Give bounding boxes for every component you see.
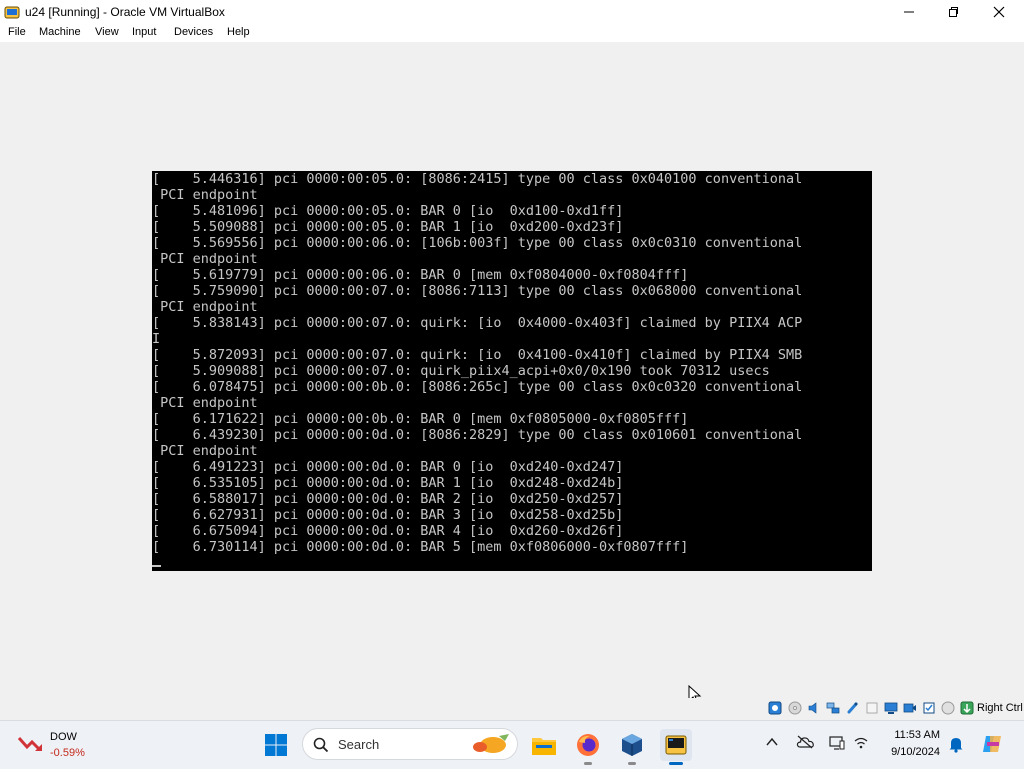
- recording-icon[interactable]: [903, 701, 917, 715]
- console-line: [ 5.909088] pci 0000:00:07.0: quirk_piix…: [152, 363, 770, 379]
- active-indicator: [669, 762, 683, 765]
- mouse-integration-icon[interactable]: [941, 701, 955, 715]
- console-line: [ 6.675094] pci 0000:00:0d.0: BAR 4 [io …: [152, 523, 624, 539]
- running-indicator: [628, 762, 636, 765]
- cpu-icon[interactable]: [922, 701, 936, 715]
- virtualbox-icon: [4, 4, 20, 20]
- network-icon[interactable]: [826, 701, 840, 715]
- menu-input[interactable]: Input: [132, 26, 156, 38]
- shared-folders-icon[interactable]: [865, 701, 879, 715]
- console-line: [ 6.588017] pci 0000:00:0d.0: BAR 2 [io …: [152, 491, 624, 507]
- console-line: [ 6.078475] pci 0000:00:0b.0: [8086:265c…: [152, 379, 803, 395]
- menu-file[interactable]: File: [8, 26, 26, 38]
- taskbar: DOW -0.59% Search 11:53 AM 9/10/2024: [0, 720, 1024, 769]
- keyboard-capture-icon[interactable]: [960, 701, 974, 715]
- menu-bar: File Machine View Input Devices Help: [0, 24, 1024, 42]
- search-icon: [313, 737, 329, 758]
- virtualbox-vm-icon: [665, 735, 687, 755]
- menu-help[interactable]: Help: [227, 26, 250, 38]
- close-icon: [993, 6, 1005, 18]
- firefox-icon: [577, 734, 599, 756]
- audio-icon[interactable]: [807, 701, 821, 715]
- menu-machine[interactable]: Machine: [39, 26, 81, 38]
- console-line: [ 6.439230] pci 0000:00:0d.0: [8086:2829…: [152, 427, 803, 443]
- onedrive-icon[interactable]: [796, 735, 814, 754]
- virtualbox-icon: [622, 734, 642, 756]
- console-line: I: [152, 331, 161, 347]
- console-line: [ 6.730114] pci 0000:00:0d.0: BAR 5 [mem…: [152, 539, 689, 555]
- maximize-icon: [949, 7, 958, 17]
- display-settings-icon[interactable]: [829, 735, 845, 756]
- console-line: [ 5.619779] pci 0000:00:06.0: BAR 0 [mem…: [152, 267, 689, 283]
- console-line: [ 6.171622] pci 0000:00:0b.0: BAR 0 [mem…: [152, 411, 689, 427]
- search-highlight-icon: [469, 732, 513, 761]
- console-line: [ 5.569556] pci 0000:00:06.0: [106b:003f…: [152, 235, 803, 251]
- stock-down-icon[interactable]: [17, 734, 44, 759]
- taskbar-firefox[interactable]: [572, 729, 604, 765]
- console-line: [ 6.491223] pci 0000:00:0d.0: BAR 0 [io …: [152, 459, 624, 475]
- taskbar-search-box[interactable]: Search: [302, 728, 518, 760]
- console-line: [ 5.446316] pci 0000:00:05.0: [8086:2415…: [152, 171, 803, 187]
- stock-change[interactable]: -0.59%: [50, 747, 85, 759]
- chevron-up-icon[interactable]: [765, 735, 779, 754]
- console-line: [ 5.872093] pci 0000:00:07.0: quirk: [io…: [152, 347, 803, 363]
- host-key-label: Right Ctrl: [977, 702, 1023, 714]
- maximize-button[interactable]: [930, 0, 976, 24]
- console-line: PCI endpoint: [152, 443, 258, 459]
- console-line: PCI endpoint: [152, 299, 258, 315]
- taskbar-virtualbox-vm[interactable]: [660, 729, 692, 765]
- text-cursor: [152, 565, 161, 567]
- running-indicator: [584, 762, 592, 765]
- menu-view[interactable]: View: [95, 26, 119, 38]
- window-title: u24 [Running] - Oracle VM VirtualBox: [25, 5, 225, 19]
- vm-console[interactable]: [ 5.446316] pci 0000:00:05.0: [8086:2415…: [152, 171, 872, 571]
- console-line: PCI endpoint: [152, 251, 258, 267]
- minimize-icon: [904, 11, 914, 13]
- close-button[interactable]: [976, 0, 1022, 24]
- taskbar-file-explorer[interactable]: [528, 729, 560, 761]
- file-explorer-icon: [532, 738, 556, 755]
- search-placeholder: Search: [338, 737, 380, 752]
- console-line: [ 5.838143] pci 0000:00:07.0: quirk: [io…: [152, 315, 803, 331]
- minimize-button[interactable]: [886, 0, 932, 24]
- clock-date[interactable]: 9/10/2024: [860, 746, 940, 758]
- console-line: PCI endpoint: [152, 395, 258, 411]
- menu-devices[interactable]: Devices: [174, 26, 213, 38]
- usb-icon[interactable]: [846, 701, 860, 715]
- console-line: PCI endpoint: [152, 187, 258, 203]
- taskbar-virtualbox[interactable]: [616, 729, 648, 765]
- console-line: [ 5.481096] pci 0000:00:05.0: BAR 0 [io …: [152, 203, 624, 219]
- console-line: [ 6.535105] pci 0000:00:0d.0: BAR 1 [io …: [152, 475, 624, 491]
- console-line: [ 5.509088] pci 0000:00:05.0: BAR 1 [io …: [152, 219, 624, 235]
- optical-drive-icon[interactable]: [788, 701, 802, 715]
- start-button[interactable]: [260, 729, 292, 761]
- console-line: [ 6.627931] pci 0000:00:0d.0: BAR 3 [io …: [152, 507, 624, 523]
- title-bar: u24 [Running] - Oracle VM VirtualBox: [0, 0, 1024, 24]
- hard-disk-icon[interactable]: [768, 701, 782, 715]
- notification-bell-icon[interactable]: [948, 735, 964, 758]
- clock-time[interactable]: 11:53 AM: [860, 729, 940, 741]
- copilot-icon[interactable]: [980, 732, 1004, 761]
- vm-status-bar: Right Ctrl: [0, 698, 1024, 720]
- start-icon: [265, 734, 287, 756]
- stock-name[interactable]: DOW: [50, 731, 77, 743]
- console-line: [ 5.759090] pci 0000:00:07.0: [8086:7113…: [152, 283, 803, 299]
- display-icon[interactable]: [884, 701, 898, 715]
